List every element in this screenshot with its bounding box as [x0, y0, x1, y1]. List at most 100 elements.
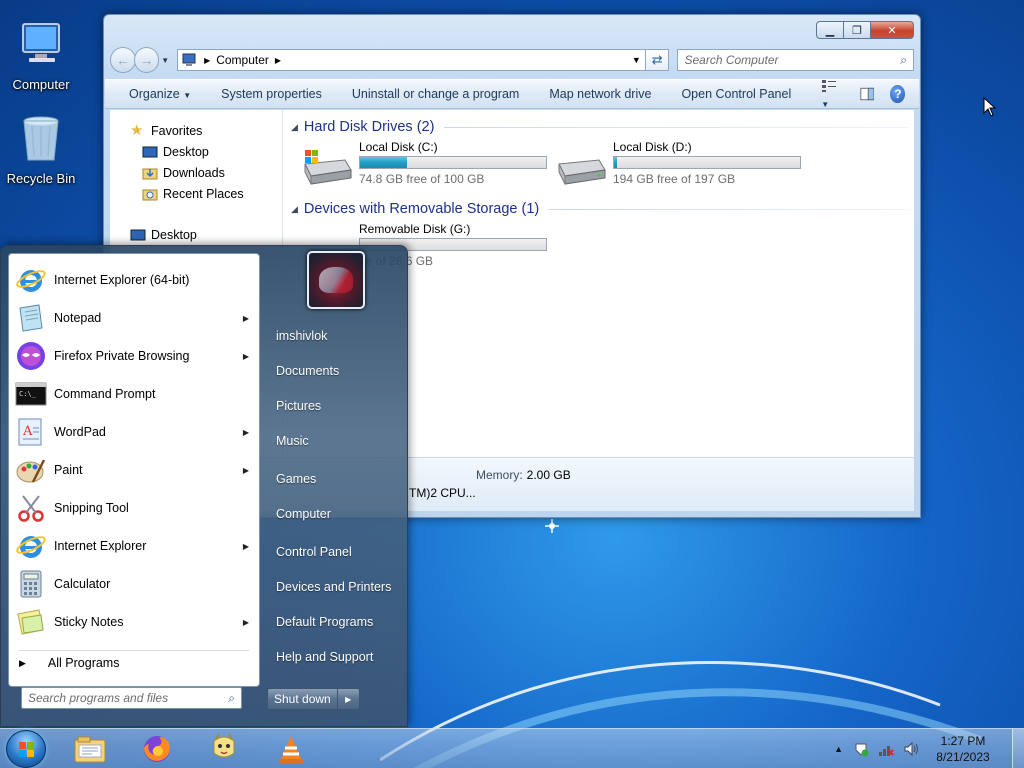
breadcrumb-separator-icon: ▶ — [204, 55, 211, 65]
minimize-button[interactable]: ▁ — [816, 21, 844, 39]
address-bar[interactable]: ▶ Computer ▶ ▼ — [177, 49, 646, 71]
drive-name: Local Disk (C:) — [359, 140, 438, 154]
star-icon: ★ — [130, 121, 144, 139]
desktop-icon-recycle-bin[interactable]: Recycle Bin — [0, 112, 82, 186]
change-view-button[interactable]: ▼ — [821, 79, 843, 110]
start-search-input[interactable]: Search programs and files ⌕ — [21, 687, 242, 709]
search-placeholder: Search Computer — [684, 53, 779, 67]
forward-arrow-icon: → — [139, 52, 154, 68]
program-command-prompt[interactable]: C:\_ Command Prompt — [11, 376, 257, 412]
taskbar-pidgin[interactable] — [196, 731, 252, 767]
refresh-icon: ⇄ — [651, 52, 663, 67]
snipping-tool-icon — [18, 495, 44, 522]
start-menu: Internet Explorer (64-bit) Notepad ▶ Fir… — [0, 245, 408, 727]
back-button[interactable]: ← — [110, 47, 136, 73]
refresh-button[interactable]: ⇄ — [645, 49, 670, 71]
taskbar-vlc[interactable] — [263, 731, 319, 767]
notification-area: ▲ 1:27 PM 8/21/2023 — [834, 729, 1024, 768]
program-label: WordPad — [54, 425, 106, 439]
drive-item[interactable]: Local Disk (C:) 74.8 GB free of 100 GB — [301, 140, 555, 198]
submenu-arrow-icon[interactable]: ▶ — [243, 618, 249, 627]
system-clock[interactable]: 1:27 PM 8/21/2023 — [928, 733, 998, 765]
vlc-icon — [279, 736, 303, 763]
firefox-private-icon — [17, 342, 45, 370]
network-icon[interactable] — [878, 741, 894, 757]
program-wordpad[interactable]: A WordPad ▶ — [11, 414, 257, 450]
place-documents[interactable]: Documents — [276, 364, 339, 378]
drive-list: Local Disk (C:) 74.8 GB free of 100 GB L… — [291, 138, 914, 198]
shutdown-button[interactable]: Shut down — [267, 688, 338, 710]
place-help-support[interactable]: Help and Support — [276, 650, 373, 664]
chevron-right-icon: ▶ — [345, 694, 352, 704]
memory-label: Memory: — [476, 468, 523, 482]
start-button[interactable] — [6, 730, 46, 768]
group-hard-disk-drives[interactable]: ◢ Hard Disk Drives (2) — [291, 116, 914, 138]
preview-pane-icon[interactable] — [860, 86, 875, 102]
program-firefox-private[interactable]: Firefox Private Browsing ▶ — [11, 338, 257, 374]
all-programs-label: All Programs — [47, 656, 120, 670]
taskbar-explorer[interactable] — [62, 731, 118, 767]
maximize-button[interactable]: ❐ — [843, 21, 871, 39]
breadcrumb-computer[interactable]: Computer — [216, 53, 269, 67]
place-default-programs[interactable]: Default Programs — [276, 615, 373, 629]
uninstall-program-button[interactable]: Uninstall or change a program — [352, 87, 519, 101]
breadcrumb-chevron-icon[interactable]: ▶ — [275, 56, 281, 65]
mouse-cursor-icon — [983, 97, 997, 117]
submenu-arrow-icon[interactable]: ▶ — [243, 466, 249, 475]
group-removable-storage[interactable]: ◢ Devices with Removable Storage (1) — [291, 198, 914, 220]
place-games[interactable]: Games — [276, 472, 316, 486]
firefox-icon — [144, 736, 170, 762]
nav-label: Recent Places — [163, 186, 244, 201]
nav-recent-places[interactable]: Recent Places — [110, 183, 282, 204]
place-computer[interactable]: Computer — [276, 507, 331, 521]
program-paint[interactable]: Paint ▶ — [11, 452, 257, 488]
nav-favorites[interactable]: ★ Favorites — [110, 120, 282, 141]
desktop-icon-computer[interactable]: Computer — [0, 18, 82, 92]
program-snipping-tool[interactable]: Snipping Tool — [11, 490, 257, 526]
group-divider — [444, 126, 908, 128]
open-control-panel-button[interactable]: Open Control Panel — [681, 87, 791, 101]
system-properties-button[interactable]: System properties — [221, 87, 322, 101]
shutdown-options-arrow[interactable]: ▶ — [337, 688, 360, 710]
taskbar-firefox[interactable] — [129, 731, 185, 767]
place-control-panel[interactable]: Control Panel — [276, 545, 352, 559]
submenu-arrow-icon[interactable]: ▶ — [243, 542, 249, 551]
place-devices-printers[interactable]: Devices and Printers — [276, 580, 391, 594]
program-label: Snipping Tool — [54, 501, 129, 515]
show-desktop-button[interactable] — [1012, 729, 1024, 768]
program-internet-explorer-64[interactable]: Internet Explorer (64-bit) — [11, 262, 257, 298]
submenu-arrow-icon[interactable]: ▶ — [243, 314, 249, 323]
place-user-folder[interactable]: imshivlok — [276, 329, 327, 343]
forward-button[interactable]: → — [133, 47, 160, 73]
close-button[interactable]: ✕ — [870, 21, 914, 39]
collapse-icon: ◢ — [291, 121, 298, 132]
search-icon[interactable]: ⌕ — [900, 53, 907, 68]
start-search-placeholder: Search programs and files — [28, 691, 169, 705]
map-network-drive-button[interactable]: Map network drive — [549, 87, 651, 101]
recent-pages-dropdown[interactable]: ▼ — [161, 56, 173, 65]
search-input[interactable]: Search Computer ⌕ — [677, 49, 914, 71]
drive-item[interactable]: Local Disk (D:) 194 GB free of 197 GB — [555, 140, 809, 198]
nav-desktop[interactable]: Desktop — [110, 141, 282, 162]
place-pictures[interactable]: Pictures — [276, 399, 321, 413]
program-notepad[interactable]: Notepad ▶ — [11, 300, 257, 336]
windows-logo-icon — [19, 742, 34, 757]
all-programs-button[interactable]: ▶ All Programs — [19, 656, 119, 670]
address-dropdown-icon[interactable]: ▼ — [632, 55, 641, 65]
place-music[interactable]: Music — [276, 434, 309, 448]
program-sticky-notes[interactable]: Sticky Notes ▶ — [11, 604, 257, 640]
submenu-arrow-icon[interactable]: ▶ — [243, 428, 249, 437]
windows-drive-icon — [304, 150, 352, 185]
drive-name: Local Disk (D:) — [613, 140, 692, 154]
nav-desktop-root[interactable]: Desktop — [110, 224, 282, 245]
program-calculator[interactable]: Calculator — [11, 566, 257, 602]
help-icon[interactable]: ? — [890, 85, 906, 103]
volume-icon[interactable] — [903, 741, 919, 757]
show-hidden-icons-button[interactable]: ▲ — [834, 744, 843, 754]
user-avatar[interactable] — [307, 251, 365, 309]
program-internet-explorer[interactable]: Internet Explorer ▶ — [11, 528, 257, 564]
submenu-arrow-icon[interactable]: ▶ — [243, 352, 249, 361]
organize-button[interactable]: Organize ▼ — [129, 87, 191, 101]
action-center-icon[interactable] — [853, 741, 869, 757]
nav-downloads[interactable]: Downloads — [110, 162, 282, 183]
